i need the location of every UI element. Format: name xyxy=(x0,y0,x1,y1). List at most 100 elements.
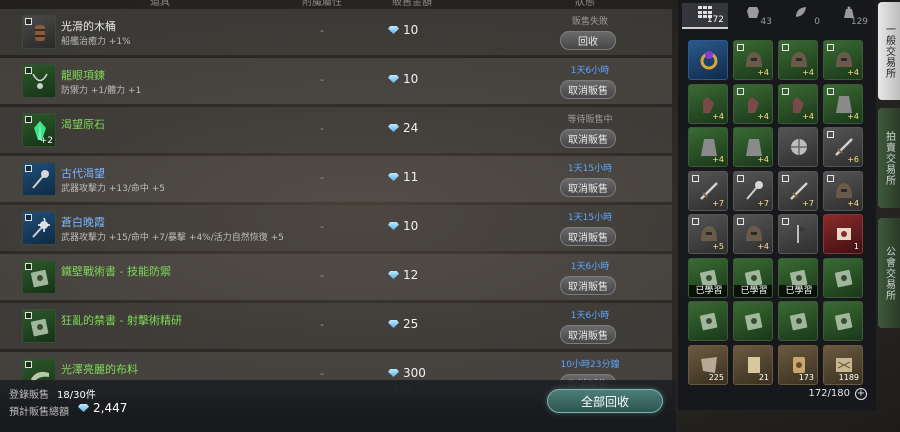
cancel-sale-button[interactable]: 取消販售 xyxy=(560,80,616,99)
reclaim-button[interactable]: 回收 xyxy=(560,31,616,50)
inventory-slot[interactable]: +4 xyxy=(778,40,818,80)
price-value: 24 xyxy=(403,121,419,135)
tab-count: 43 xyxy=(760,17,772,27)
book-icon xyxy=(834,269,853,287)
item-icon xyxy=(22,162,56,196)
item-enhance-level: +2 xyxy=(39,136,53,146)
slot-count: +5 xyxy=(712,242,724,251)
slot-tag-icon xyxy=(827,87,834,95)
inventory-slot[interactable]: 21 xyxy=(733,344,773,385)
inventory-slot[interactable]: 已學習 xyxy=(733,257,773,298)
cancel-sale-button[interactable]: 取消販售 xyxy=(560,227,616,246)
col-attr: 附魔屬性 xyxy=(302,0,342,8)
slot-count: +4 xyxy=(757,111,769,121)
slot-count: +4 xyxy=(802,68,814,77)
inventory-slot[interactable]: +7 xyxy=(778,170,818,211)
inventory-capacity: 172/180 xyxy=(808,388,850,399)
inventory-slot[interactable]: 173 xyxy=(778,344,818,385)
inventory-slot[interactable]: +4 xyxy=(733,40,773,80)
inventory-tab-materials[interactable]: 0 xyxy=(778,3,824,29)
tab-guild-exchange[interactable]: 公會交易所 xyxy=(878,218,900,328)
inventory-slot[interactable]: +4 xyxy=(733,83,773,124)
barrel-icon xyxy=(35,25,45,41)
tab-count: 129 xyxy=(850,17,868,27)
inventory-slot[interactable] xyxy=(688,40,728,80)
item-enchant-attr: - xyxy=(320,122,324,135)
inventory-slot[interactable]: +4 xyxy=(733,214,773,254)
slot-tag-icon xyxy=(737,218,744,225)
listing-row[interactable]: 龍眼項鍊 防禦力 +1/體力 +1 - 10 1天6小時 取消販售 xyxy=(0,58,672,104)
inventory-slot[interactable] xyxy=(778,301,818,341)
item-icon: +2 xyxy=(22,113,56,147)
price-value: 25 xyxy=(403,317,419,331)
inventory-slot[interactable] xyxy=(688,301,728,341)
sale-status: 1天6小時 xyxy=(570,311,610,321)
inventory-slot[interactable]: +4 xyxy=(688,127,728,167)
flag-icon xyxy=(797,225,807,243)
listing-row[interactable]: 鐵壁戰術書 - 技能防禦 - 12 1天6小時 取消販售 xyxy=(0,254,672,300)
inventory-slot[interactable]: +5 xyxy=(688,214,728,254)
inventory-footer: 172/180 + xyxy=(678,384,876,404)
inventory-slot[interactable]: +4 xyxy=(823,83,863,124)
cancel-sale-button[interactable]: 取消販售 xyxy=(560,325,616,344)
item-enchant-attr: - xyxy=(320,171,324,184)
cancel-sale-button[interactable]: 取消販售 xyxy=(560,178,616,197)
inventory-slot[interactable]: 1 xyxy=(823,214,863,254)
collect-all-button[interactable]: 全部回收 xyxy=(547,389,663,413)
inventory-slot[interactable] xyxy=(778,214,818,254)
inventory-slot[interactable]: +4 xyxy=(733,127,773,167)
slot-tag-icon xyxy=(692,218,699,225)
cancel-sale-button[interactable]: 取消販售 xyxy=(560,129,616,148)
item-enchant-attr: - xyxy=(320,318,324,331)
inventory-slot[interactable] xyxy=(733,301,773,341)
inventory-slot[interactable]: 已學習 xyxy=(778,257,818,298)
listing-row[interactable]: 光滑的木桶 船艦治癒力 +1% - 10 販售失敗 回收 xyxy=(0,9,672,55)
tab-general-exchange[interactable]: 一般交易所 xyxy=(878,2,900,100)
item-price: 10 xyxy=(388,219,418,233)
sales-list-panel: 道具 附魔屬性 販售金額 狀態 光滑的木桶 船艦治癒力 +1% - 10 販售失敗 回收龍… xyxy=(0,0,672,432)
necklace-icon xyxy=(32,73,48,89)
shield-icon xyxy=(791,139,807,155)
cancel-sale-button[interactable]: 取消販售 xyxy=(560,276,616,295)
slot-tag-icon xyxy=(737,87,744,95)
sale-status: 1天6小時 xyxy=(570,66,610,76)
sale-status: 1天15小時 xyxy=(567,213,613,223)
inventory-slot[interactable]: +4 xyxy=(688,83,728,124)
item-icon xyxy=(22,309,56,343)
scroll-icon xyxy=(837,228,851,240)
inventory-slot[interactable] xyxy=(823,301,863,341)
slot-count: +4 xyxy=(802,111,814,121)
inventory-slot[interactable] xyxy=(778,127,818,167)
listing-row[interactable]: 古代渴望 武器攻擊力 +13/命中 +5 - 11 1天15小時 取消販售 xyxy=(0,156,672,202)
tab-auction-exchange[interactable]: 拍賣交易所 xyxy=(878,108,900,208)
inventory-slot[interactable]: +7 xyxy=(688,170,728,211)
inventory-slot[interactable]: 1189 xyxy=(823,344,863,385)
listing-row[interactable]: 狂亂的禁書 - 射擊術精研 - 25 1天6小時 取消販售 xyxy=(0,303,672,349)
inventory-slot[interactable]: +6 xyxy=(823,127,863,167)
item-name: 龍眼項鍊 xyxy=(61,69,105,82)
item-stat: 防禦力 +1/體力 +1 xyxy=(61,86,142,96)
inventory-tab-equipment[interactable]: 43 xyxy=(730,3,776,29)
inventory-tab-misc[interactable]: 129 xyxy=(826,3,872,29)
diamond-icon xyxy=(78,404,89,412)
expand-slots-plus-icon[interactable]: + xyxy=(855,388,867,400)
inventory-slot[interactable]: +7 xyxy=(733,170,773,211)
listing-row[interactable]: +2 渴望原石 - 24 等待販售中 取消販售 xyxy=(0,107,672,153)
item-enchant-attr: - xyxy=(320,73,324,86)
sale-status: 販售失敗 xyxy=(571,17,608,27)
listing-row[interactable]: 蒼白晚霞 武器攻擊力 +15/命中 +7/暴擊 +4%/活力自然恢復 +5 - 10 1… xyxy=(0,205,672,251)
inventory-slot[interactable]: 225 xyxy=(688,344,728,385)
inventory-slot[interactable]: 已學習 xyxy=(688,257,728,298)
inventory-tab-all[interactable]: 172 xyxy=(682,3,728,29)
item-enchant-attr: - xyxy=(320,269,324,282)
inventory-slot[interactable]: +4 xyxy=(778,83,818,124)
expected-total: 2,447 xyxy=(78,401,127,415)
inventory-slot[interactable] xyxy=(823,257,863,298)
inventory-slot[interactable]: +4 xyxy=(823,170,863,211)
item-icon xyxy=(22,64,56,98)
spiked-mace-icon xyxy=(32,218,50,238)
slot-tag-icon xyxy=(692,174,699,182)
item-price: 25 xyxy=(388,317,418,331)
inventory-slot[interactable]: +4 xyxy=(823,40,863,80)
exchange-side-tabs: 一般交易所 拍賣交易所 公會交易所 xyxy=(878,0,900,432)
